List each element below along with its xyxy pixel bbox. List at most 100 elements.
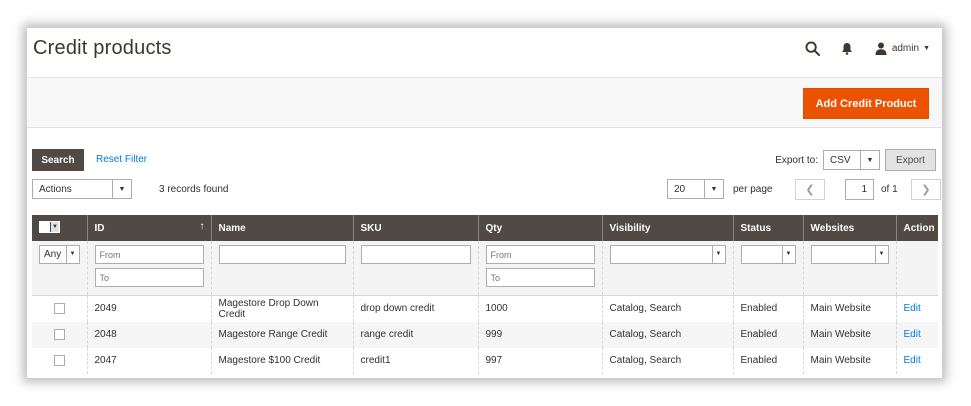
cell-status: Enabled <box>732 295 803 322</box>
filter-cell-status: ▼ <box>732 241 803 296</box>
cell-action: Edit <box>895 347 938 374</box>
cell-websites: Main Website <box>802 347 896 374</box>
search-button[interactable]: Search <box>32 149 84 171</box>
admin-username: admin <box>891 42 920 54</box>
cell-id: 2047 <box>86 347 211 374</box>
cell-visibility: Catalog, Search <box>601 347 733 374</box>
cell-status: Enabled <box>732 347 803 374</box>
sort-ascending-icon: ↑ <box>199 221 205 232</box>
cell-name: Magestore Range Credit <box>210 321 353 348</box>
chevron-down-icon: ▼ <box>51 222 59 232</box>
filter-cell-select: Any ▼ <box>32 241 87 296</box>
cell-visibility: Catalog, Search <box>601 321 733 348</box>
filter-cell-visibility: ▼ <box>601 241 733 296</box>
cell-id: 2048 <box>86 321 211 348</box>
status-filter-select[interactable]: ▼ <box>740 245 796 264</box>
filter-cell-sku <box>352 241 478 296</box>
name-filter-input[interactable] <box>218 245 346 264</box>
mass-actions-select[interactable]: Actions ▼ <box>32 179 132 199</box>
filter-cell-id <box>86 241 211 296</box>
id-from-input[interactable] <box>94 245 204 264</box>
row-checkbox[interactable] <box>53 303 65 315</box>
column-header-status[interactable]: Status <box>732 215 803 241</box>
sku-filter-input[interactable] <box>360 245 471 264</box>
user-icon <box>875 42 887 55</box>
row-checkbox[interactable] <box>53 354 65 366</box>
search-icon[interactable] <box>803 38 823 58</box>
filter-row: Any ▼ From To From To ▼ ▼ ▼ <box>32 241 938 296</box>
export-format-value: CSV <box>830 154 851 166</box>
cell-sku: range credit <box>352 321 478 348</box>
bell-icon[interactable] <box>837 38 857 58</box>
page-title: Credit products <box>33 37 172 59</box>
chevron-down-icon: ▼ <box>112 180 131 198</box>
export-format-select[interactable]: CSV ▼ <box>823 150 880 170</box>
cell-status: Enabled <box>732 321 803 348</box>
filter-cell-qty <box>477 241 602 296</box>
chevron-down-icon: ▼ <box>704 180 723 198</box>
qty-from-input[interactable] <box>485 245 595 264</box>
chevron-right-icon: ❯ <box>921 184 931 196</box>
previous-page-button[interactable]: ❮ <box>795 179 825 200</box>
chevron-down-icon: ▼ <box>874 246 888 263</box>
edit-link[interactable]: Edit <box>904 303 921 314</box>
cell-name: Magestore Drop Down Credit <box>210 295 353 322</box>
chevron-left-icon: ❮ <box>805 184 815 196</box>
records-found-count: 3 records found <box>159 184 229 195</box>
per-page-select[interactable]: 20 ▼ <box>667 179 724 199</box>
edit-link[interactable]: Edit <box>904 329 921 340</box>
column-header-qty[interactable]: Qty <box>477 215 602 241</box>
row-select-cell <box>32 347 87 374</box>
add-credit-product-button[interactable]: Add Credit Product <box>803 88 929 119</box>
column-header-websites[interactable]: Websites <box>802 215 896 241</box>
next-page-button[interactable]: ❯ <box>911 179 941 200</box>
mass-select-checkbox[interactable]: ▼ <box>39 221 60 233</box>
cell-id: 2049 <box>86 295 211 322</box>
row-select-cell <box>32 321 87 348</box>
filter-cell-name <box>210 241 353 296</box>
reset-filter-link[interactable]: Reset Filter <box>96 154 147 165</box>
export-to-label: Export to: <box>775 155 818 166</box>
table-row: 2047 Magestore $100 Credit credit1 997 C… <box>32 347 938 374</box>
cell-websites: Main Website <box>802 295 896 322</box>
header-actions: admin ▼ <box>803 38 930 58</box>
column-header-name[interactable]: Name <box>210 215 353 241</box>
caret-down-icon: ▼ <box>923 44 930 52</box>
filter-cell-websites: ▼ <box>802 241 896 296</box>
chevron-down-icon: ▼ <box>711 246 725 263</box>
cell-action: Edit <box>895 321 938 348</box>
column-header-sku[interactable]: SKU <box>352 215 478 241</box>
column-header-action: Action <box>895 215 938 241</box>
credit-products-grid: ▼ ID ↑ Name SKU Qty Visibility Status We… <box>32 215 938 374</box>
cell-qty: 997 <box>477 347 602 374</box>
mass-select-header[interactable]: ▼ <box>32 215 87 241</box>
websites-filter-select[interactable]: ▼ <box>810 245 889 264</box>
cell-action: Edit <box>895 295 938 322</box>
id-to-input[interactable] <box>94 268 204 287</box>
filter-cell-action <box>895 241 938 296</box>
admin-page-frame: Credit products admin ▼ Add Credit Produ… <box>26 27 943 379</box>
cell-visibility: Catalog, Search <box>601 295 733 322</box>
export-button[interactable]: Export <box>885 149 936 171</box>
table-row: 2048 Magestore Range Credit range credit… <box>32 321 938 348</box>
column-header-visibility[interactable]: Visibility <box>601 215 733 241</box>
cell-websites: Main Website <box>802 321 896 348</box>
cell-qty: 999 <box>477 321 602 348</box>
admin-user-menu[interactable]: admin ▼ <box>875 42 930 55</box>
edit-link[interactable]: Edit <box>904 355 921 366</box>
per-page-label: per page <box>733 184 773 195</box>
page-count-label: of 1 <box>881 184 898 195</box>
visibility-filter-select[interactable]: ▼ <box>609 245 726 264</box>
cell-sku: drop down credit <box>352 295 478 322</box>
current-page-input[interactable]: 1 <box>845 179 874 200</box>
row-checkbox[interactable] <box>53 328 65 340</box>
cell-qty: 1000 <box>477 295 602 322</box>
page-header: Credit products admin ▼ <box>27 28 942 77</box>
select-filter-any[interactable]: Any ▼ <box>39 245 80 264</box>
grid-toolbar-top: Search Reset Filter Export to: CSV ▼ Exp… <box>32 149 938 173</box>
chevron-down-icon: ▼ <box>65 246 79 263</box>
cell-name: Magestore $100 Credit <box>210 347 353 374</box>
column-header-id[interactable]: ID ↑ <box>86 215 211 241</box>
qty-to-input[interactable] <box>485 268 595 287</box>
page-actions-bar: Add Credit Product <box>27 77 942 128</box>
